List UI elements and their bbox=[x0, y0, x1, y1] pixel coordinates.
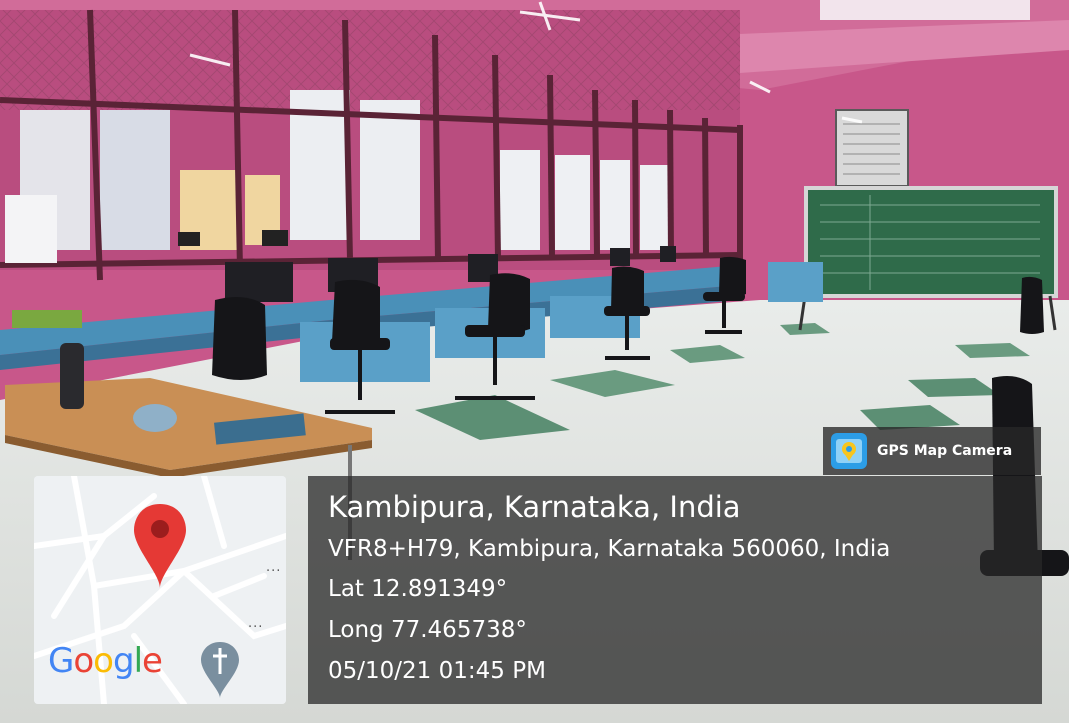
map-pin-app-icon bbox=[831, 433, 867, 469]
location-place: Kambipura, Karnataka, India bbox=[328, 490, 741, 524]
map-thumbnail: Google ... ... bbox=[34, 476, 286, 704]
google-logo-letter: l bbox=[133, 641, 144, 681]
app-brand-label: GPS Map Camera bbox=[877, 443, 1013, 459]
location-longitude: Long 77.465738° bbox=[328, 617, 527, 643]
location-datetime: 05/10/21 01:45 PM bbox=[328, 658, 546, 684]
google-logo-letter: o bbox=[93, 641, 114, 681]
google-logo-letter: G bbox=[48, 641, 74, 681]
more-indicator: ... bbox=[266, 560, 282, 575]
more-indicator: ... bbox=[248, 616, 264, 631]
app-brand-badge: GPS Map Camera bbox=[823, 427, 1041, 475]
google-logo-letter: e bbox=[142, 641, 163, 681]
google-logo: Google bbox=[48, 641, 163, 681]
location-info-panel: Kambipura, Karnataka, India VFR8+H79, Ka… bbox=[308, 476, 1042, 704]
google-logo-letter: o bbox=[73, 641, 94, 681]
notice-board bbox=[835, 109, 909, 187]
location-address: VFR8+H79, Kambipura, Karnataka 560060, I… bbox=[328, 536, 891, 562]
water-bottle bbox=[60, 343, 84, 409]
monitor bbox=[225, 262, 293, 302]
green-board bbox=[804, 186, 1058, 298]
google-logo-letter: g bbox=[112, 641, 135, 681]
location-latitude: Lat 12.891349° bbox=[328, 576, 508, 602]
